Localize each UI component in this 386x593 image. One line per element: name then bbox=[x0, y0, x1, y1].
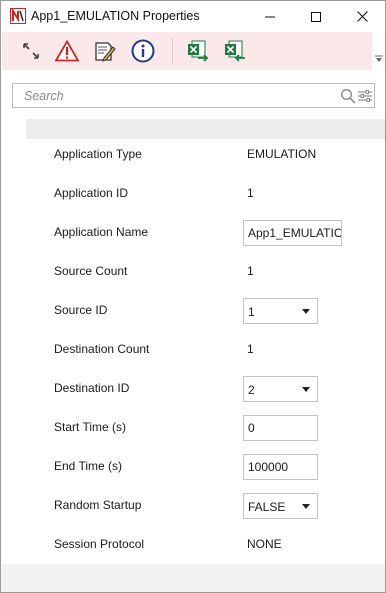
source-id-dropdown[interactable]: 1 bbox=[243, 298, 318, 324]
property-label: Random Startup bbox=[54, 498, 142, 512]
property-label: Source Count bbox=[54, 264, 128, 278]
property-row-source-id: Source ID 1 bbox=[2, 291, 385, 330]
export-excel-button[interactable] bbox=[184, 37, 212, 65]
property-grid: Application Type EMULATION Application I… bbox=[2, 114, 385, 592]
filter-settings-icon[interactable] bbox=[357, 88, 373, 104]
minimize-icon bbox=[265, 16, 275, 17]
warning-triangle-icon bbox=[55, 40, 79, 62]
chevron-down-icon bbox=[302, 387, 310, 392]
property-label: Application Name bbox=[54, 225, 149, 239]
property-row-end-time: End Time (s) bbox=[2, 447, 385, 486]
application-name-field[interactable] bbox=[243, 220, 342, 246]
property-row-application-type: Application Type EMULATION bbox=[2, 135, 385, 174]
panel-footer bbox=[2, 564, 385, 592]
property-label: Destination ID bbox=[54, 381, 130, 395]
toolbar bbox=[2, 32, 372, 70]
search-input[interactable] bbox=[13, 84, 333, 107]
property-row-source-count: Source Count 1 bbox=[2, 252, 385, 291]
dropdown-value: 2 bbox=[248, 383, 255, 397]
random-startup-dropdown[interactable]: FALSE bbox=[243, 493, 318, 519]
chevron-down-icon bbox=[302, 504, 310, 509]
edit-notes-button[interactable] bbox=[90, 37, 118, 65]
chevron-down-icon bbox=[302, 309, 310, 314]
expand-collapse-button[interactable] bbox=[17, 37, 45, 65]
property-value: 1 bbox=[247, 342, 254, 356]
expand-arrows-icon bbox=[23, 43, 39, 59]
toolbar-overflow-chevron-icon[interactable] bbox=[374, 54, 384, 64]
close-button[interactable] bbox=[339, 1, 385, 32]
property-row-random-startup: Random Startup FALSE bbox=[2, 486, 385, 525]
property-row-session-protocol: Session Protocol NONE bbox=[2, 525, 385, 564]
excel-import-icon bbox=[225, 40, 245, 62]
end-time-field[interactable] bbox=[243, 454, 318, 480]
warning-button[interactable] bbox=[53, 37, 81, 65]
app-logo-icon bbox=[10, 8, 26, 24]
search-icon[interactable] bbox=[340, 88, 356, 104]
window-title: App1_EMULATION Properties bbox=[31, 9, 200, 23]
title-bar[interactable]: App1_EMULATION Properties bbox=[1, 1, 385, 32]
dropdown-value: 1 bbox=[248, 305, 255, 319]
close-icon bbox=[356, 11, 368, 22]
maximize-button[interactable] bbox=[293, 1, 339, 32]
properties-window: App1_EMULATION Properties Search Applica… bbox=[0, 0, 386, 593]
notepad-pencil-icon bbox=[95, 42, 116, 62]
maximize-icon bbox=[311, 11, 321, 22]
info-button[interactable] bbox=[129, 37, 157, 65]
property-label: Session Protocol bbox=[54, 537, 145, 551]
property-value: EMULATION bbox=[247, 147, 317, 161]
search-box bbox=[12, 83, 375, 108]
property-value: 1 bbox=[247, 186, 254, 200]
property-label: Source ID bbox=[54, 303, 108, 317]
property-value: 1 bbox=[247, 264, 254, 278]
property-row-destination-id: Destination ID 2 bbox=[2, 369, 385, 408]
property-row-destination-count: Destination Count 1 bbox=[2, 330, 385, 369]
import-excel-button[interactable] bbox=[221, 37, 249, 65]
property-label: Start Time (s) bbox=[54, 420, 127, 434]
property-row-start-time: Start Time (s) bbox=[2, 408, 385, 447]
property-row-application-name: Application Name bbox=[2, 213, 385, 252]
property-value: NONE bbox=[247, 537, 282, 551]
property-label: Destination Count bbox=[54, 342, 150, 356]
dropdown-value: FALSE bbox=[248, 500, 286, 514]
property-row-application-id: Application ID 1 bbox=[2, 174, 385, 213]
destination-id-dropdown[interactable]: 2 bbox=[243, 376, 318, 402]
excel-export-icon bbox=[188, 40, 209, 62]
toolbar-separator bbox=[172, 38, 173, 64]
property-label: Application Type bbox=[54, 147, 142, 161]
minimize-button[interactable] bbox=[247, 1, 293, 32]
start-time-field[interactable] bbox=[243, 415, 318, 441]
property-label: Application ID bbox=[54, 186, 129, 200]
property-label: End Time (s) bbox=[54, 459, 123, 473]
info-icon bbox=[131, 39, 155, 63]
